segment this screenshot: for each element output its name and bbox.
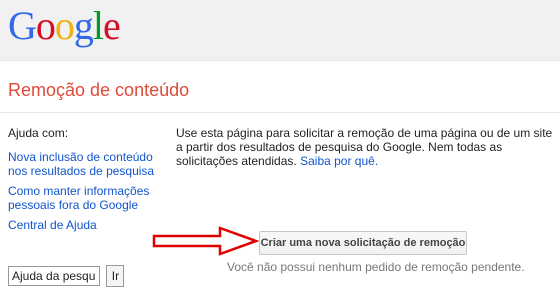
divider — [0, 112, 560, 113]
google-logo[interactable]: Google — [8, 6, 121, 46]
pending-status-text: Você não possui nenhum pedido de remoção… — [227, 260, 525, 274]
sidebar-link-help-center[interactable]: Central de Ajuda — [8, 218, 158, 232]
intro-paragraph: Use esta página para solicitar a remoção… — [176, 126, 554, 168]
sidebar-heading: Ajuda com: — [8, 126, 69, 140]
page-title: Remoção de conteúdo — [8, 80, 190, 100]
red-arrow-icon — [152, 226, 260, 256]
header-bar: Google — [0, 0, 560, 61]
help-search-button[interactable]: Ir — [106, 265, 125, 287]
create-removal-request-button[interactable]: Criar uma nova solicitação de remoção — [259, 231, 467, 255]
sidebar-link-personal-info[interactable]: Como manter informações pessoais fora do… — [8, 184, 158, 212]
help-search-input[interactable] — [8, 266, 100, 286]
learn-more-link[interactable]: Saiba por quê. — [300, 154, 378, 168]
sidebar-link-new-content[interactable]: Nova inclusão de conteúdo nos resultados… — [8, 150, 158, 178]
help-search-form: Ir — [8, 265, 125, 287]
sidebar: Ajuda com: Nova inclusão de conteúdo nos… — [8, 126, 158, 238]
